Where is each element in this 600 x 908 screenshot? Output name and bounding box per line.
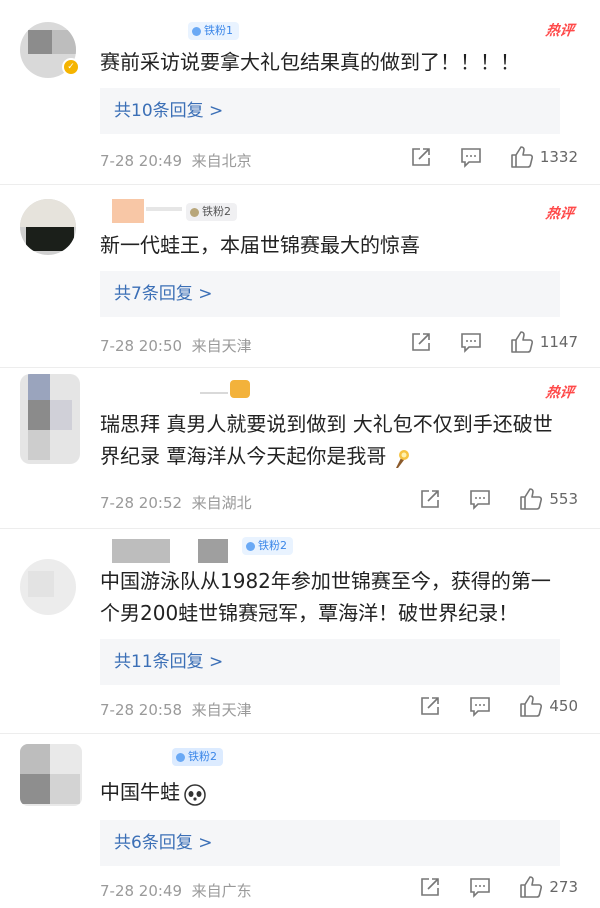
comment-button[interactable] xyxy=(460,331,482,353)
comment-text: 中国游泳队从1982年参加世锦赛至今，获得的第一个男200蛙世锦赛冠军，覃海洋！… xyxy=(100,569,551,625)
like-count: 1147 xyxy=(539,333,578,351)
share-icon xyxy=(421,697,440,715)
comment-button[interactable] xyxy=(469,695,491,717)
comment-item: 铁粉2 中国游泳队从1982年参加世锦赛至今，获得的第一个男200蛙世锦赛冠军，… xyxy=(0,529,600,734)
comment-text: 中国牛蛙 xyxy=(100,776,560,808)
username-blurred[interactable] xyxy=(198,539,228,563)
comment-location: 来自天津 xyxy=(191,337,252,355)
fan-badge: 铁粉2 xyxy=(186,203,237,221)
action-bar: 273 xyxy=(419,876,578,898)
avatar[interactable] xyxy=(20,559,76,615)
comment-location: 来自广东 xyxy=(191,882,252,900)
comment-item: 铁粉2 热评 新一代蛙王，本届世锦赛最大的惊喜 共7条回复 > 7-28 20:… xyxy=(0,185,600,368)
hot-comment-badge: 热评 xyxy=(544,206,575,222)
share-icon xyxy=(412,333,430,351)
share-button[interactable] xyxy=(419,876,441,898)
view-replies-button[interactable]: 共10条回复 > xyxy=(100,88,560,134)
comment-text-content: 瑞思拜 真男人就要说到做到 大礼包不仅到手还破世界纪录 覃海洋从今天起你是我哥 xyxy=(100,412,553,468)
comment-text: 赛前采访说要拿大礼包结果真的做到了！！！！ xyxy=(100,50,520,74)
comment-location: 来自北京 xyxy=(191,152,252,170)
comment-time: 7-28 20:52 xyxy=(100,494,183,512)
comment-text-content: 中国牛蛙 xyxy=(100,780,180,804)
username-blurred[interactable] xyxy=(112,199,144,223)
share-icon xyxy=(421,878,440,896)
comment-meta: 7-28 20:50 来自天津 xyxy=(100,335,252,356)
crown-badge-icon xyxy=(230,380,250,398)
comment-icon xyxy=(461,333,481,353)
avatar[interactable] xyxy=(20,199,76,255)
like-button[interactable]: 1147 xyxy=(510,331,578,353)
like-button[interactable]: 273 xyxy=(519,876,578,898)
action-bar: 1147 xyxy=(410,331,578,353)
fan-badge-icon xyxy=(192,26,201,36)
fan-badge: 铁粉2 xyxy=(242,537,293,555)
hot-comment-badge: 热评 xyxy=(544,385,575,401)
view-replies-button[interactable]: 共7条回复 > xyxy=(100,271,560,317)
like-button[interactable]: 1332 xyxy=(510,146,578,168)
thumbs-up-icon xyxy=(520,876,543,898)
fan-badge-label: 铁粉2 xyxy=(188,750,217,763)
fan-badge-icon xyxy=(176,752,185,762)
share-button[interactable] xyxy=(419,488,441,510)
action-bar: 1332 xyxy=(410,146,578,168)
torch-emoji-icon xyxy=(390,447,412,469)
comment-time: 7-28 20:50 xyxy=(100,337,183,355)
comment-button[interactable] xyxy=(469,488,491,510)
comment-button[interactable] xyxy=(460,146,482,168)
share-button[interactable] xyxy=(410,146,432,168)
thumbs-up-icon xyxy=(511,146,533,168)
share-button[interactable] xyxy=(419,695,441,717)
hot-comment-badge: 热评 xyxy=(544,23,575,39)
username-blurred[interactable] xyxy=(200,392,228,394)
comment-icon xyxy=(470,697,491,717)
comment-meta: 7-28 20:58 来自天津 xyxy=(100,699,252,720)
fan-badge-label: 铁粉2 xyxy=(202,205,231,218)
action-bar: 553 xyxy=(419,488,578,510)
thumbs-up-icon xyxy=(520,488,543,510)
fan-badge-label: 铁粉1 xyxy=(204,24,233,37)
like-button[interactable]: 450 xyxy=(519,695,578,717)
username-blurred[interactable] xyxy=(146,207,182,211)
comment-time: 7-28 20:49 xyxy=(100,882,183,900)
like-count: 273 xyxy=(549,878,578,896)
thumbs-up-icon xyxy=(511,331,533,353)
comment-text: 新一代蛙王，本届世锦赛最大的惊喜 xyxy=(100,233,420,257)
comment-meta: 7-28 20:49 来自广东 xyxy=(100,880,252,901)
comment-item: ✓ 铁粉1 热评 赛前采访说要拿大礼包结果真的做到了！！！！ 共10条回复 > … xyxy=(0,0,600,185)
comment-time: 7-28 20:49 xyxy=(100,152,183,170)
comment-item: 铁粉2 中国牛蛙 共6条回复 > 7-28 20:49 来自广东 273 xyxy=(0,734,600,908)
comment-icon xyxy=(470,878,491,898)
view-replies-button[interactable]: 共11条回复 > xyxy=(100,639,560,685)
fan-badge: 铁粉1 xyxy=(188,22,239,40)
username-blurred[interactable] xyxy=(112,539,170,563)
thumbs-up-icon xyxy=(520,695,543,717)
fan-badge: 铁粉2 xyxy=(172,748,223,766)
comment-text: 瑞思拜 真男人就要说到做到 大礼包不仅到手还破世界纪录 覃海洋从今天起你是我哥 xyxy=(100,408,560,472)
view-replies-button[interactable]: 共6条回复 > xyxy=(100,820,560,866)
comment-icon xyxy=(470,490,491,510)
comment-item: 热评 瑞思拜 真男人就要说到做到 大礼包不仅到手还破世界纪录 覃海洋从今天起你是… xyxy=(0,368,600,529)
comment-meta: 7-28 20:49 来自北京 xyxy=(100,150,252,171)
share-icon xyxy=(421,490,440,508)
share-icon xyxy=(412,148,430,166)
share-button[interactable] xyxy=(410,331,432,353)
fan-badge-label: 铁粉2 xyxy=(258,539,287,552)
avatar[interactable] xyxy=(20,744,82,806)
comment-location: 来自天津 xyxy=(191,701,252,719)
comment-time: 7-28 20:58 xyxy=(100,701,183,719)
fan-badge-icon xyxy=(190,207,199,217)
like-count: 553 xyxy=(549,490,578,508)
comment-button[interactable] xyxy=(469,876,491,898)
avatar[interactable] xyxy=(20,374,80,464)
like-count: 1332 xyxy=(539,148,578,166)
comment-icon xyxy=(461,148,481,168)
fan-badge-icon xyxy=(246,541,255,551)
verified-badge-icon: ✓ xyxy=(62,58,80,76)
like-button[interactable]: 553 xyxy=(519,488,578,510)
like-count: 450 xyxy=(549,697,578,715)
action-bar: 450 xyxy=(419,695,578,717)
panda-emoji-icon xyxy=(184,783,206,806)
comment-meta: 7-28 20:52 来自湖北 xyxy=(100,492,252,513)
comment-location: 来自湖北 xyxy=(191,494,252,512)
